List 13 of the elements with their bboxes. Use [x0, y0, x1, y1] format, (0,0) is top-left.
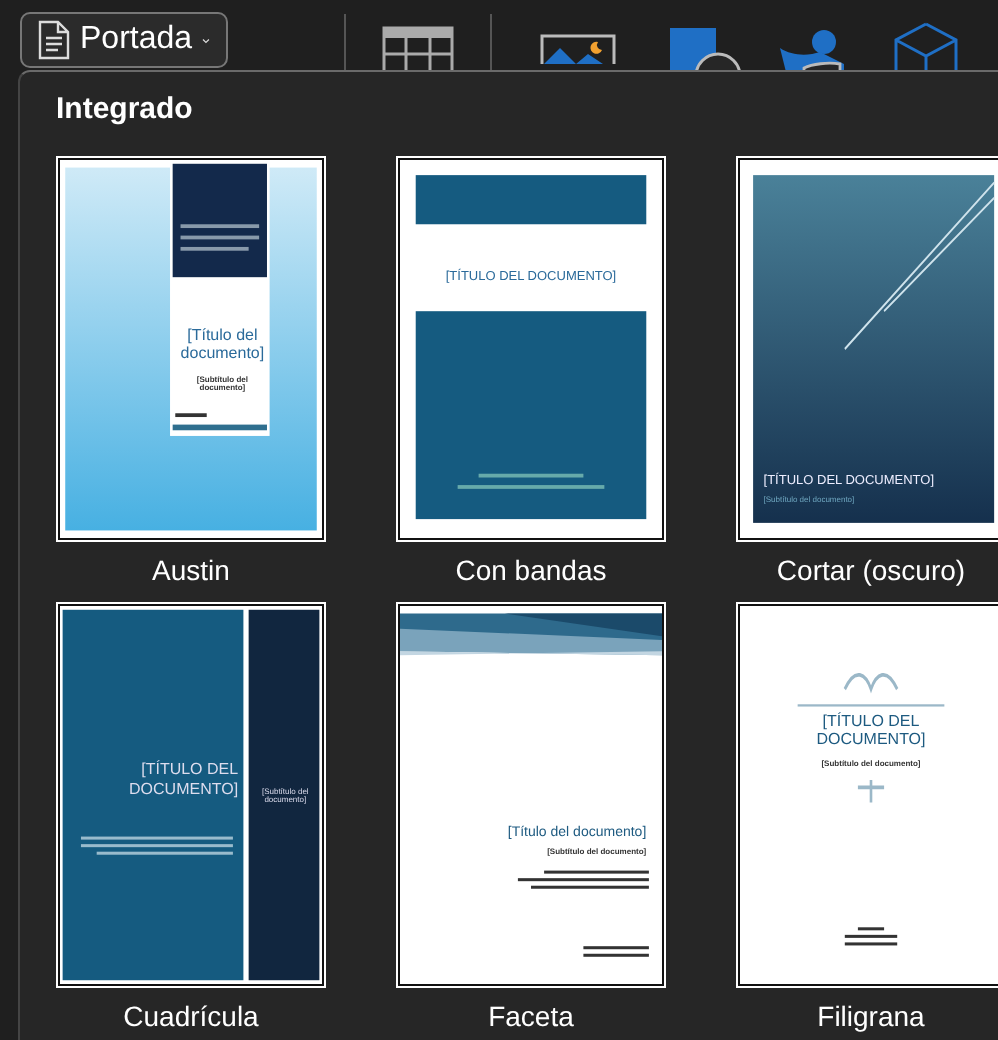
template-name: Austin: [152, 554, 230, 586]
document-icon: [38, 20, 70, 60]
template-name: Filigrana: [817, 1000, 925, 1032]
document-title: [TÍTULO DEL DOCUMENTO]: [814, 711, 928, 749]
cube-icon[interactable]: [892, 20, 960, 70]
section-title: Integrado: [56, 92, 195, 130]
document-title: [Título del documento]: [178, 326, 267, 364]
template-name: Cuadrícula: [123, 1000, 259, 1032]
template-name: Con bandas: [455, 554, 607, 586]
template-name: Faceta: [488, 1000, 574, 1032]
template-name: Cortar (oscuro): [776, 554, 966, 586]
document-title: [TÍTULO DEL DOCUMENTO]: [127, 760, 239, 798]
cover-page-button[interactable]: Portada: [20, 12, 228, 68]
